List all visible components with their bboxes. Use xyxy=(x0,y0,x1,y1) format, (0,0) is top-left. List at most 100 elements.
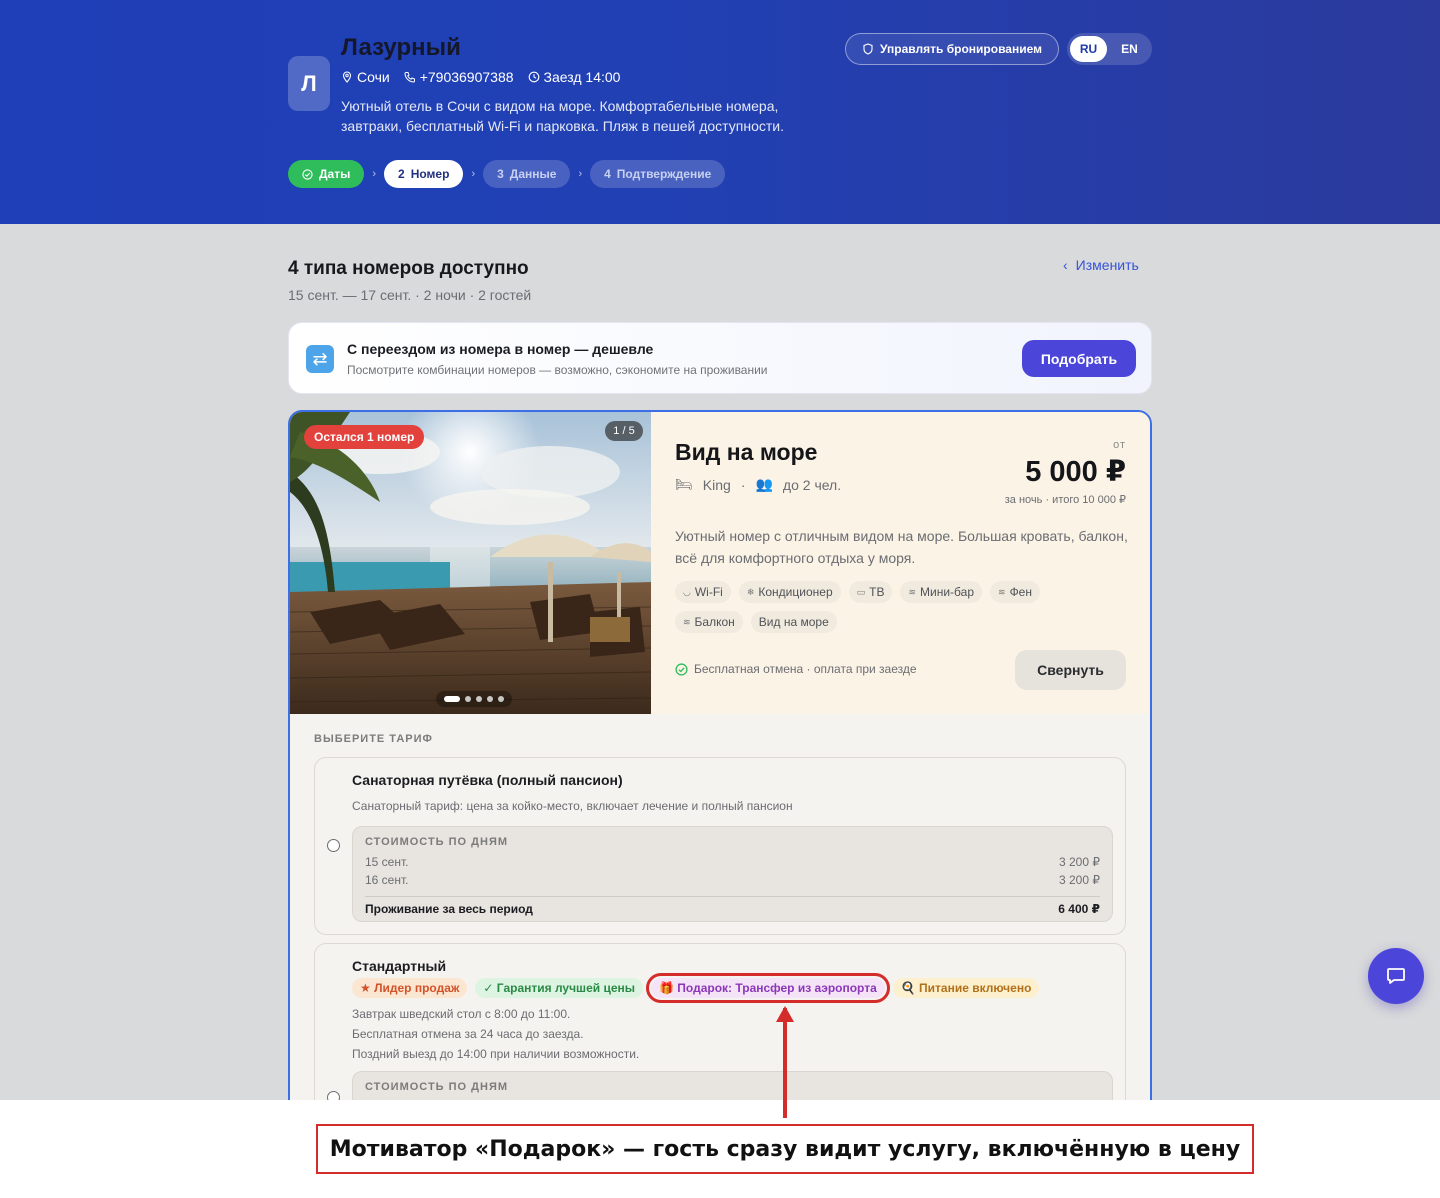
tariff-radio[interactable] xyxy=(327,1091,340,1100)
room-photo-image xyxy=(290,412,651,714)
room-photo[interactable]: Остался 1 номер 1 / 5 xyxy=(290,412,651,714)
amenity-label: Вид на море xyxy=(758,615,829,629)
pick-combination-button[interactable]: Подобрать xyxy=(1022,340,1136,377)
photo-pagination xyxy=(436,691,512,707)
swap-icon: ⇄ xyxy=(306,345,334,373)
results-subtitle: 15 сент. — 17 сент. · 2 ночи · 2 гостей xyxy=(288,287,532,303)
breakdown-total: Проживание за весь период 6 400 ₽ xyxy=(365,896,1100,916)
breakdown-price: 3 200 ₽ xyxy=(1059,873,1100,887)
hairdryer-icon: ≋ xyxy=(998,586,1006,597)
chevron-right-icon: › xyxy=(578,168,583,180)
breakdown-row: 16 сент. 3 200 ₽ xyxy=(365,873,1100,887)
room-combination-banner: ⇄ С переездом из номера в номер — дешевл… xyxy=(288,322,1152,394)
tariff-description: Завтрак шведский стол с 8:00 до 11:00. Б… xyxy=(352,1004,639,1064)
tariff-description-line: Завтрак шведский стол с 8:00 до 11:00. xyxy=(352,1007,571,1021)
booking-page: Л Лазурный Сочи +79036907388 Заезд 14:00… xyxy=(0,0,1440,1100)
photo-dot[interactable] xyxy=(487,696,493,702)
tariff-sanatorium[interactable]: Санаторная путёвка (полный пансион) Сана… xyxy=(314,757,1126,935)
shield-icon xyxy=(863,43,873,55)
tag-bestseller: ★ Лидер продаж xyxy=(352,978,468,998)
booking-steps: Даты › 2 Номер › 3 Данные › 4 Подтвержде… xyxy=(288,160,726,188)
guests-icon: 👥 xyxy=(755,476,773,492)
room-meta: 🛏 King · 👥 до 2 чел. xyxy=(675,476,841,493)
snowflake-icon: ❄ xyxy=(746,586,755,597)
room-price: 5 000 ₽ xyxy=(1025,456,1126,488)
photo-dot[interactable] xyxy=(498,696,504,702)
photo-dot[interactable] xyxy=(476,696,482,702)
hotel-checkin: Заезд 14:00 xyxy=(528,69,620,85)
hotel-description: Уютный отель в Сочи с видом на море. Ком… xyxy=(341,98,784,134)
manage-booking-button[interactable]: Управлять бронированием xyxy=(845,33,1059,65)
clock-icon xyxy=(528,71,539,83)
hotel-name: Лазурный xyxy=(341,34,461,61)
photo-dot[interactable] xyxy=(465,696,471,702)
room-description: Уютный номер с отличным видом на море. Б… xyxy=(675,528,1128,566)
room-guests: до 2 чел. xyxy=(782,476,842,493)
tv-icon: ▭ xyxy=(856,586,866,597)
amenity-balcony: ≋ Балкон xyxy=(675,611,743,633)
check-circle-icon xyxy=(675,662,688,676)
tag-gift: 🎁 Подарок: Трансфер из аэропорта xyxy=(646,973,890,1003)
language-switcher: RU EN xyxy=(1067,33,1152,65)
tariff-standard[interactable]: Стандартный ★ Лидер продаж ✓ Гарантия лу… xyxy=(314,943,1126,1100)
amenity-wifi: ◡ Wi-Fi xyxy=(675,581,731,603)
room-info: Вид на море 🛏 King · 👥 до 2 чел. от 5 00… xyxy=(651,412,1150,714)
availability-badge: Остался 1 номер xyxy=(304,425,425,449)
manage-booking-label: Управлять бронированием xyxy=(880,42,1042,56)
amenity-label: Кондиционер xyxy=(758,585,833,599)
results-title: 4 типа номеров доступно xyxy=(288,258,529,279)
amenity-hairdryer: ≋ Фен xyxy=(990,581,1040,603)
tariff-name: Стандартный xyxy=(352,958,447,974)
hotel-phone[interactable]: +79036907388 xyxy=(404,69,514,85)
hotel-logo: Л xyxy=(288,56,330,111)
bed-icon: 🛏 xyxy=(675,476,693,492)
breakdown-title: СТОИМОСТЬ ПО ДНЯМ xyxy=(365,836,509,848)
step-room-number: 2 xyxy=(398,167,405,181)
breakdown-row: 15 сент. 3 200 ₽ xyxy=(365,855,1100,869)
chat-button[interactable] xyxy=(1368,948,1424,1004)
step-dates-label: Даты xyxy=(319,167,351,181)
wifi-icon: ◡ xyxy=(683,586,691,597)
hotel-phone-text[interactable]: +79036907388 xyxy=(420,69,514,85)
amenity-ac: ❄ Кондиционер xyxy=(738,581,841,603)
step-room[interactable]: 2 Номер xyxy=(384,160,464,188)
breakdown-total-value: 6 400 ₽ xyxy=(1058,902,1100,916)
price-from-label: от xyxy=(1113,439,1126,451)
amenity-label: ТВ xyxy=(869,585,885,599)
price-note: за ночь · итого 10 000 ₽ xyxy=(1004,494,1126,506)
amenity-label: Балкон xyxy=(694,615,735,629)
step-details: 3 Данные xyxy=(483,160,571,188)
breakdown-price: 3 200 ₽ xyxy=(1059,855,1100,869)
lang-ru-button[interactable]: RU xyxy=(1070,36,1107,62)
tariff-radio[interactable] xyxy=(327,839,340,852)
hotel-header: Л Лазурный Сочи +79036907388 Заезд 14:00… xyxy=(0,0,1440,224)
lang-en-button[interactable]: EN xyxy=(1111,36,1148,62)
tariff-description: Санаторный тариф: цена за койко-место, в… xyxy=(352,799,793,813)
step-dates[interactable]: Даты xyxy=(288,160,365,188)
banner-subtitle: Посмотрите комбинации номеров — возможно… xyxy=(347,363,768,377)
price-breakdown: СТОИМОСТЬ ПО ДНЯМ 15 сент. 3 200 ₽ 16 се… xyxy=(352,826,1113,922)
collapse-button[interactable]: Свернуть xyxy=(1015,650,1126,690)
balcony-icon: ≋ xyxy=(683,616,691,627)
room-name: Вид на море xyxy=(675,439,818,465)
tag-meals: 🍳 Питание включено xyxy=(892,978,1040,998)
chevron-left-icon: ‹ xyxy=(1063,257,1068,273)
chevron-right-icon: › xyxy=(471,168,476,180)
price-breakdown: СТОИМОСТЬ ПО ДНЯМ xyxy=(352,1071,1113,1100)
breakdown-date: 15 сент. xyxy=(365,855,409,869)
photo-dot[interactable] xyxy=(444,696,460,702)
amenity-minibar: ≋ Мини-бар xyxy=(900,581,983,603)
amenities-list: ◡ Wi-Fi ❄ Кондиционер ▭ ТВ ≋ Мини-бар ≋ Фен ≋… xyxy=(675,581,1115,633)
tag-best-price: ✓ Гарантия лучшей цены xyxy=(475,978,643,998)
tariff-description-line: Бесплатная отмена за 24 часа до заезда. xyxy=(352,1027,584,1041)
phone-icon xyxy=(404,72,415,83)
step-details-number: 3 xyxy=(497,167,504,181)
amenity-label: Wi-Fi xyxy=(694,585,723,599)
hotel-city: Сочи xyxy=(341,69,390,85)
breakdown-total-label: Проживание за весь период xyxy=(365,902,533,916)
step-room-label: Номер xyxy=(410,167,450,181)
step-confirm-number: 4 xyxy=(604,167,611,181)
breakdown-title: СТОИМОСТЬ ПО ДНЯМ xyxy=(365,1081,509,1093)
edit-search-link[interactable]: ‹ Изменить xyxy=(1063,257,1139,273)
room-bed: King xyxy=(702,476,731,493)
